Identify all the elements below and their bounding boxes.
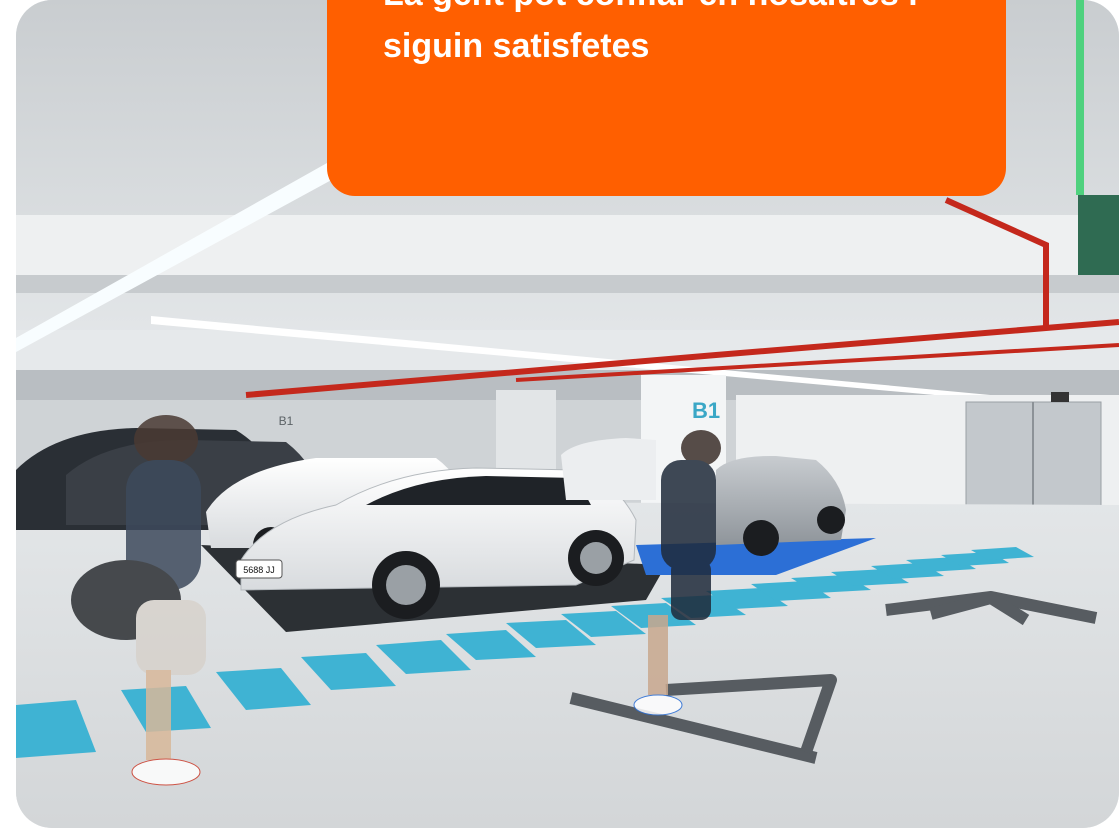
license-plate-center: 5688 JJ	[243, 565, 275, 575]
headline-line-1: La gent pot confiar en nosaltres i	[383, 0, 1006, 20]
headline-card: La gent pot confiar en nosaltres i sigui…	[327, 0, 1006, 196]
photo-frame: 5688 JJ B1 B1 siguin satisfetes	[16, 0, 1119, 828]
level-sign-b1: B1	[692, 398, 720, 423]
wall-sign-b1: B1	[279, 414, 294, 428]
headline-line-2: siguin satisfetes	[383, 27, 650, 65]
